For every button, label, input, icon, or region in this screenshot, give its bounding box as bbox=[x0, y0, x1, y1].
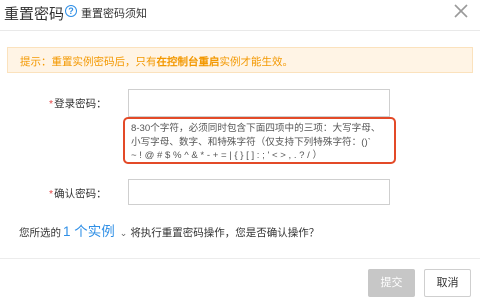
summary-suffix: 将执行重置密码操作，您是否确认操作？ bbox=[130, 227, 320, 239]
confirm-password-input[interactable] bbox=[128, 179, 390, 205]
password-notice-link[interactable]: 重置密码须知 bbox=[81, 5, 147, 21]
dialog-title: 重置密码 bbox=[4, 6, 65, 23]
notice-emphasis: 在控制台重启 bbox=[156, 56, 220, 68]
close-icon[interactable] bbox=[450, 0, 472, 22]
notice-prefix: 提示：重置实例密码后，只有 bbox=[20, 56, 157, 68]
header-divider bbox=[0, 30, 480, 31]
password-rules-text: 8-30个字符，必须同时包含下面四项中的三项：大写字母、 小写字母、数字、和特殊… bbox=[131, 122, 393, 163]
restart-notice: 提示：重置实例密码后，只有在控制台重启实例才能生效。 bbox=[7, 47, 473, 73]
password-rules-tooltip: 8-30个字符，必须同时包含下面四项中的三项：大写字母、 小写字母、数字、和特殊… bbox=[123, 117, 396, 164]
confirm-password-label: *确认密码： bbox=[49, 188, 107, 200]
password-rules-line: ~ ! @ # $ % ^ & * - + = | { } [ ] : ; ' … bbox=[131, 150, 323, 161]
confirmation-summary: 您所选的 1 个实例 ⌄ 将执行重置密码操作，您是否确认操作？ bbox=[19, 220, 319, 240]
selected-instances-link[interactable]: 1 个实例 bbox=[63, 224, 115, 239]
required-mark: * bbox=[49, 188, 54, 200]
notice-suffix: 实例才能生效。 bbox=[219, 56, 294, 68]
dialog-header: 重置密码 ? 重置密码须知 bbox=[0, 0, 480, 30]
submit-button[interactable]: 提交 bbox=[368, 269, 415, 297]
summary-prefix: 您所选的 bbox=[19, 227, 61, 239]
password-rules-line: 小写字母、数字、和特殊字符（仅支持下列特殊字符：()` bbox=[131, 136, 371, 148]
password-rules-line: 8-30个字符，必须同时包含下面四项中的三项：大写字母、 bbox=[131, 123, 381, 134]
question-icon[interactable]: ? bbox=[65, 5, 77, 17]
reset-password-dialog: 重置密码 ? 重置密码须知 提示：重置实例密码后，只有在控制台重启实例才能生效。… bbox=[0, 0, 480, 300]
login-password-input[interactable] bbox=[128, 89, 390, 117]
login-password-label: *登录密码： bbox=[49, 98, 107, 110]
cancel-button[interactable]: 取消 bbox=[424, 269, 471, 297]
notice-text: 提示：重置实例密码后，只有在控制台重启实例才能生效。 bbox=[20, 54, 293, 69]
footer-divider bbox=[0, 258, 480, 259]
required-mark: * bbox=[49, 98, 54, 110]
chevron-down-icon[interactable]: ⌄ bbox=[120, 228, 128, 238]
